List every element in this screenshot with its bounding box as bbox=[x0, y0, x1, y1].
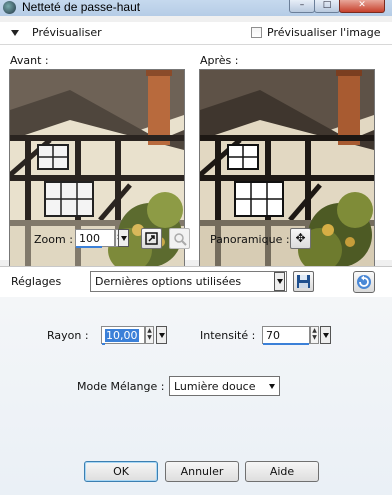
fit-window-icon bbox=[145, 232, 158, 245]
radius-input[interactable]: 10,00 bbox=[101, 326, 145, 344]
title-bar[interactable]: Netteté de passe-haut – □ ✕ bbox=[0, 0, 392, 16]
preview-image-checkbox-label[interactable]: Prévisualiser l'image bbox=[267, 26, 380, 39]
zoom-input[interactable]: 100 bbox=[75, 229, 115, 247]
zoom-actual-button[interactable] bbox=[169, 228, 190, 249]
before-label: Avant : bbox=[10, 54, 49, 67]
cancel-button[interactable]: Annuler bbox=[165, 461, 239, 482]
collapse-triangle-icon[interactable] bbox=[11, 30, 19, 36]
help-button[interactable]: Aide bbox=[245, 461, 319, 482]
presets-select[interactable]: Dernières options utilisées bbox=[90, 271, 287, 292]
dialog-window: Netteté de passe-haut – □ ✕ Prévisualise… bbox=[0, 0, 392, 495]
radius-slider-indicator[interactable] bbox=[102, 343, 105, 345]
zoom-dropdown-button[interactable] bbox=[118, 229, 129, 247]
intensity-label: Intensité : bbox=[200, 329, 256, 342]
zoom-slider-indicator[interactable] bbox=[76, 246, 102, 248]
zoom-actual-icon bbox=[173, 233, 187, 246]
app-icon bbox=[3, 1, 16, 14]
after-label: Après : bbox=[200, 54, 239, 67]
radius-dropdown-button[interactable] bbox=[156, 326, 167, 344]
ok-button[interactable]: OK bbox=[84, 461, 158, 482]
preview-header: Prévisualiser Prévisualiser l'image bbox=[0, 22, 392, 45]
presets-bar: Réglages Dernières options utilisées bbox=[0, 266, 392, 298]
presets-dropdown-button[interactable] bbox=[274, 272, 285, 291]
radius-label: Rayon : bbox=[47, 329, 89, 342]
intensity-slider-indicator[interactable] bbox=[263, 343, 309, 345]
zoom-label: Zoom : bbox=[34, 233, 73, 246]
preview-section-label[interactable]: Prévisualiser bbox=[32, 26, 102, 39]
pan-button[interactable]: ✥ bbox=[290, 228, 311, 249]
blend-mode-select[interactable]: Lumière douce bbox=[169, 376, 280, 396]
maximize-button[interactable]: □ bbox=[314, 0, 340, 13]
intensity-input[interactable]: 70 bbox=[262, 326, 310, 344]
fit-window-button[interactable] bbox=[141, 228, 162, 249]
preview-image-checkbox[interactable] bbox=[251, 27, 262, 38]
blend-mode-label: Mode Mélange : bbox=[77, 380, 165, 393]
intensity-dropdown-button[interactable] bbox=[320, 326, 331, 344]
window-title: Netteté de passe-haut bbox=[22, 0, 141, 14]
pan-move-icon: ✥ bbox=[295, 231, 306, 245]
radius-spin-arrows-icon[interactable]: ▲ ▼ bbox=[145, 326, 154, 344]
intensity-spin-arrows-icon[interactable]: ▲ ▼ bbox=[310, 326, 319, 344]
radius-value: 10,00 bbox=[105, 329, 139, 342]
reset-icon bbox=[357, 275, 371, 289]
save-icon bbox=[297, 275, 310, 288]
save-preset-button[interactable] bbox=[293, 271, 314, 292]
preview-area: Avant : Après : bbox=[0, 45, 392, 268]
minimize-button[interactable]: – bbox=[289, 0, 315, 13]
pan-label: Panoramique : bbox=[210, 233, 290, 246]
presets-label: Réglages bbox=[11, 275, 62, 288]
close-button[interactable]: ✕ bbox=[339, 0, 385, 13]
reset-button[interactable] bbox=[353, 271, 375, 293]
